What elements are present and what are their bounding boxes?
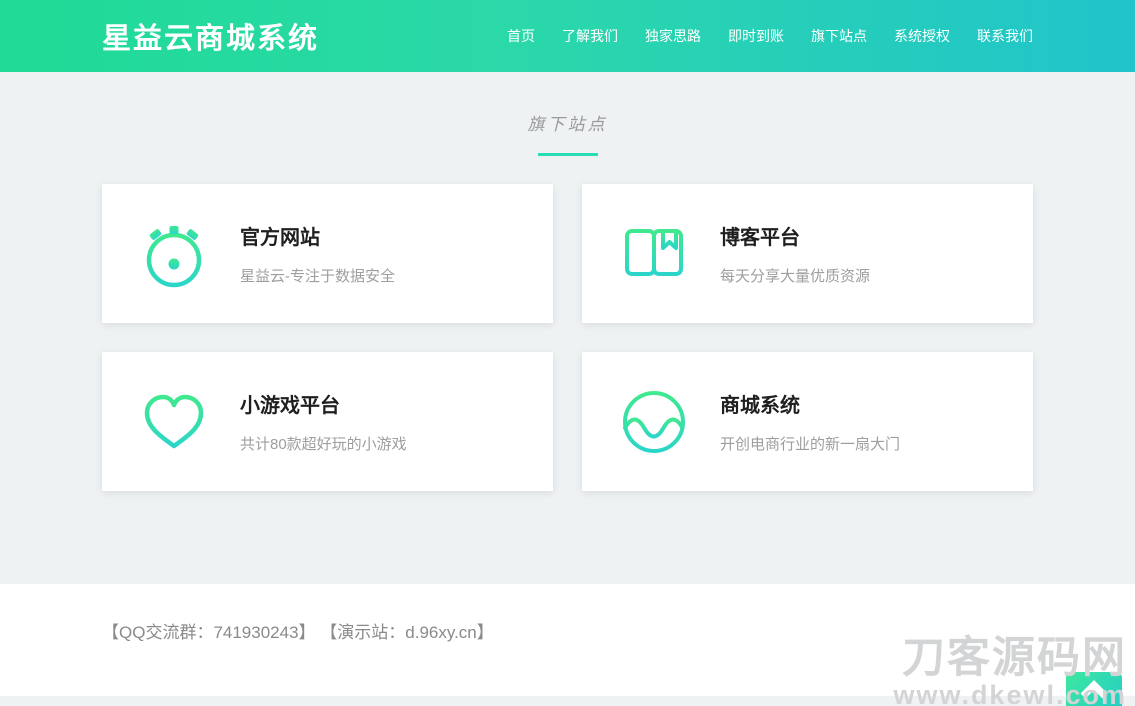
chevron-up-icon (1066, 672, 1122, 706)
footer-contact-text: 【QQ交流群：741930243】 【演示站：d.96xy.cn】 (102, 618, 1033, 643)
open-book-icon (618, 218, 690, 290)
site-cards: 官方网站 星益云-专注于数据安全 博客平台 每天分享大量优质资源 (102, 184, 1033, 491)
page: 星益云商城系统 首页 了解我们 独家思路 即时到账 旗下站点 系统授权 联系我们… (0, 0, 1135, 706)
heart-icon (138, 386, 210, 458)
footer: 【QQ交流群：741930243】 【演示站：d.96xy.cn】 (0, 584, 1135, 696)
card-blog-platform[interactable]: 博客平台 每天分享大量优质资源 (582, 184, 1033, 323)
section-head: 旗下站点 (0, 72, 1135, 156)
card-minigame-platform[interactable]: 小游戏平台 共计80款超好玩的小游戏 (102, 352, 553, 491)
card-desc: 共计80款超好玩的小游戏 (240, 433, 407, 454)
header: 星益云商城系统 首页 了解我们 独家思路 即时到账 旗下站点 系统授权 联系我们 (0, 0, 1135, 72)
stopwatch-icon (138, 218, 210, 290)
site-title: 星益云商城系统 (102, 15, 319, 57)
card-title: 官方网站 (240, 221, 395, 250)
card-mall-system[interactable]: 商城系统 开创电商行业的新一扇大门 (582, 352, 1033, 491)
card-title: 商城系统 (720, 389, 900, 418)
section-title: 旗下站点 (0, 110, 1135, 135)
circle-wave-icon (618, 386, 690, 458)
main-nav: 首页 了解我们 独家思路 即时到账 旗下站点 系统授权 联系我们 (507, 26, 1033, 46)
nav-item-home[interactable]: 首页 (507, 26, 535, 46)
scroll-to-top-button[interactable] (1066, 672, 1122, 706)
nav-item-contact[interactable]: 联系我们 (977, 26, 1033, 46)
nav-item-instant[interactable]: 即时到账 (728, 26, 784, 46)
card-official-site[interactable]: 官方网站 星益云-专注于数据安全 (102, 184, 553, 323)
card-desc: 星益云-专注于数据安全 (240, 265, 395, 286)
card-title: 小游戏平台 (240, 389, 407, 418)
nav-item-license[interactable]: 系统授权 (894, 26, 950, 46)
nav-item-about[interactable]: 了解我们 (562, 26, 618, 46)
card-desc: 开创电商行业的新一扇大门 (720, 433, 900, 454)
section-underline (538, 153, 598, 156)
nav-item-sites[interactable]: 旗下站点 (811, 26, 867, 46)
nav-item-ideas[interactable]: 独家思路 (645, 26, 701, 46)
card-desc: 每天分享大量优质资源 (720, 265, 870, 286)
card-title: 博客平台 (720, 221, 870, 250)
